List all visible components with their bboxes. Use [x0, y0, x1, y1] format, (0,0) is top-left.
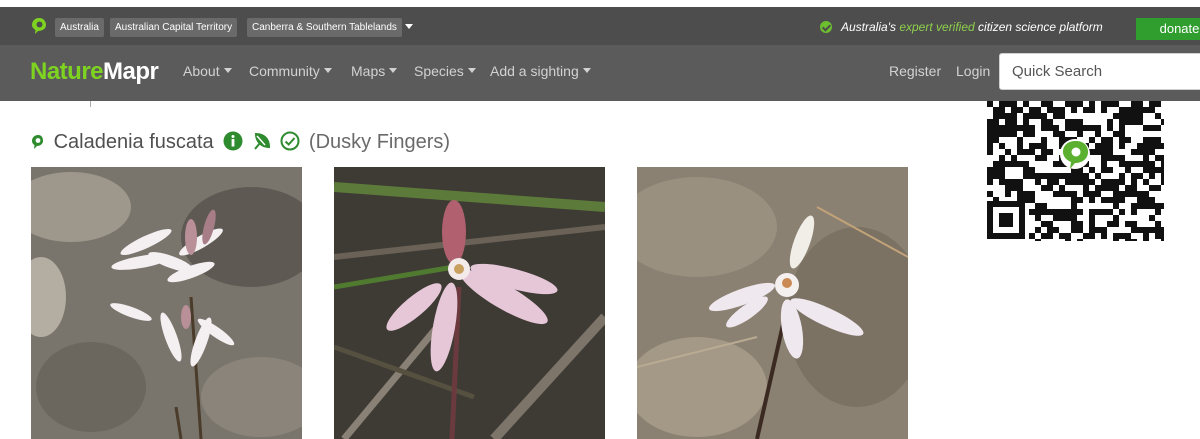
naturemapr-leaf-icon [32, 135, 43, 149]
region-dropdown-icon[interactable] [405, 24, 413, 29]
chevron-down-icon [223, 68, 232, 73]
chevron-down-icon [467, 68, 476, 73]
info-icon[interactable] [223, 131, 243, 151]
naturemapr-leaf-icon[interactable] [31, 17, 47, 35]
location-bar: Australia Australian Capital Territory C… [0, 7, 1200, 45]
nav-maps[interactable]: Maps [351, 63, 398, 79]
breadcrumb-region[interactable]: Canberra & Southern Tablelands [247, 18, 402, 37]
tagline: Australia's expert verified citizen scie… [820, 18, 1103, 36]
breadcrumb-state[interactable]: Australian Capital Territory [110, 18, 238, 37]
qr-finder-bottom-left [987, 201, 1025, 239]
orchid-photo-3[interactable] [637, 167, 908, 439]
chevron-down-icon [389, 68, 398, 73]
verified-check-icon [820, 21, 832, 33]
verified-check-icon[interactable] [280, 131, 300, 151]
species-heading: Caladenia fuscata (Dusky Fingers) [31, 131, 450, 157]
species-scientific-name: Caladenia fuscata [53, 131, 214, 154]
orchid-photo-2[interactable] [334, 167, 605, 439]
orchid-photo-1[interactable] [31, 167, 302, 439]
divider [90, 101, 91, 107]
nav-species[interactable]: Species [414, 63, 476, 79]
register-link[interactable]: Register [889, 63, 941, 79]
naturemapr-leaf-icon [1060, 139, 1090, 169]
donate-button[interactable]: donate [1136, 18, 1200, 40]
qr-code [987, 101, 1167, 245]
nav-about[interactable]: About [183, 63, 232, 79]
breadcrumb-country[interactable]: Australia [55, 18, 104, 37]
quick-search-input[interactable] [999, 53, 1200, 90]
species-common-name: (Dusky Fingers) [308, 131, 451, 154]
nav-add-sighting[interactable]: Add a sighting [490, 63, 591, 79]
chevron-down-icon [323, 68, 332, 73]
leaf-icon[interactable] [253, 131, 271, 151]
chevron-down-icon [582, 68, 591, 73]
nav-community[interactable]: Community [249, 63, 332, 79]
login-link[interactable]: Login [956, 63, 990, 79]
main-navbar: NatureMapr About Community Maps Species … [0, 45, 1200, 101]
brand-logo[interactable]: NatureMapr [30, 58, 159, 86]
